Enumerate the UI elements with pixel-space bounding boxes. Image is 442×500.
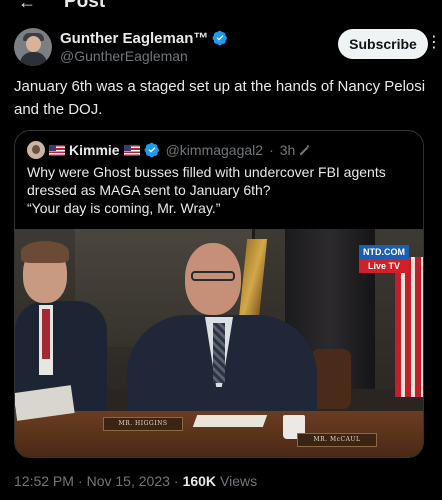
avatar[interactable] — [14, 28, 52, 66]
author-handle[interactable]: @GuntherEagleman — [60, 48, 188, 64]
us-flag-icon — [123, 144, 140, 156]
quote-text-line1: Why were Ghost busses filled with underc… — [27, 164, 386, 198]
verified-badge-icon — [212, 30, 228, 46]
verified-badge-icon — [144, 142, 159, 158]
views-label: Views — [220, 473, 258, 489]
author-display-name[interactable]: Gunther Eagleman™ — [60, 30, 208, 47]
quoted-post[interactable]: Kimmie @kimmagagal2 · 3h Why were Ghost … — [14, 130, 424, 458]
top-bar: ← Post — [0, 0, 442, 14]
quote-text-line2: “Your day is coming, Mr. Wray.” — [27, 200, 221, 216]
ntd-live-tv-logo: NTD.COM Live TV — [359, 245, 409, 273]
arrow-left-icon[interactable]: ← — [18, 0, 36, 13]
more-vertical-icon[interactable]: ⋮ — [426, 32, 442, 54]
subscribe-button[interactable]: Subscribe — [338, 29, 428, 59]
post-time[interactable]: 12:52 PM — [14, 473, 74, 489]
pencil-icon — [300, 145, 311, 155]
views-count: 160K — [182, 473, 217, 489]
quote-separator: · — [269, 142, 274, 158]
quote-text: Why were Ghost busses filled with underc… — [27, 163, 413, 217]
quote-handle[interactable]: @kimmagagal2 — [166, 142, 263, 158]
placard-mccaul: MR. McCAUL — [297, 433, 377, 447]
page-title: Post — [64, 0, 106, 12]
footer-separator: · — [77, 473, 83, 489]
tweet-text: January 6th was a staged set up at the h… — [14, 78, 426, 118]
us-flag-icon — [49, 144, 65, 156]
post-footer: 12:52 PM · Nov 15, 2023 · 160K Views — [14, 472, 257, 490]
quote-video[interactable]: MR. HIGGINS MR. McCAUL NTD.COM Live TV — [15, 229, 423, 457]
footer-separator: · — [173, 473, 179, 489]
placard-higgins: MR. HIGGINS — [103, 417, 183, 431]
quote-time[interactable]: 3h — [280, 142, 296, 158]
ntd-logo-top: NTD.COM — [359, 245, 409, 259]
post-date[interactable]: Nov 15, 2023 — [87, 473, 170, 489]
author-name-line: Gunther Eagleman™ — [60, 29, 228, 47]
ntd-logo-bottom: Live TV — [359, 259, 409, 273]
quote-avatar[interactable] — [27, 141, 45, 159]
quote-header: Kimmie @kimmagagal2 · 3h — [27, 141, 311, 159]
quote-display-name[interactable]: Kimmie — [69, 142, 120, 158]
flag-image — [395, 257, 423, 397]
post-header: Gunther Eagleman™ @GuntherEagleman Subsc… — [14, 26, 442, 70]
